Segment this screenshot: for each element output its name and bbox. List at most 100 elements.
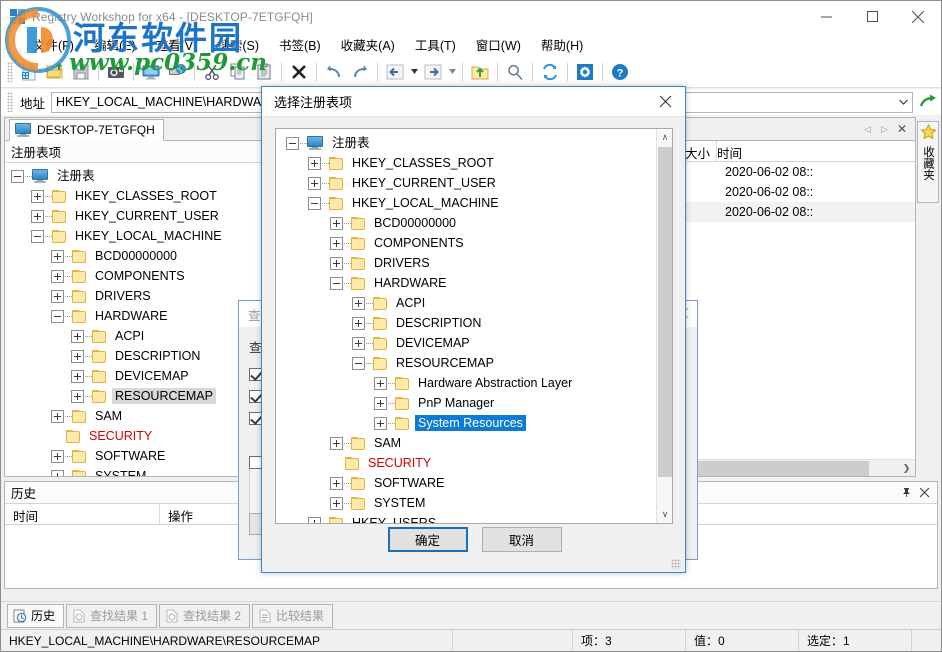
menu-item-window[interactable]: 窗口(W) <box>466 32 531 57</box>
expand-icon[interactable] <box>51 249 64 263</box>
tree-node[interactable]: ACPI <box>5 326 265 346</box>
local-computer-icon[interactable] <box>139 60 163 84</box>
tree-node[interactable]: HKEY_USERS <box>280 513 672 523</box>
open-icon[interactable] <box>43 60 67 84</box>
new-icon[interactable] <box>17 60 41 84</box>
tree-node[interactable]: BCD00000000 <box>5 246 265 266</box>
tree-node[interactable]: SAM <box>280 433 672 453</box>
tab-history[interactable]: 历史 <box>7 603 65 628</box>
expand-icon[interactable] <box>330 436 343 450</box>
cancel-button[interactable]: 取消 <box>481 527 562 552</box>
expand-icon[interactable] <box>352 296 365 310</box>
tree-node[interactable]: DRIVERS <box>280 253 672 273</box>
tree-node[interactable]: SYSTEM <box>280 493 672 513</box>
tree-node[interactable]: HKEY_CURRENT_USER <box>280 173 672 193</box>
menu-item-favorites[interactable]: 收藏夹(A) <box>331 32 405 57</box>
collapse-icon[interactable] <box>286 136 299 150</box>
remote-computer-icon[interactable] <box>165 60 189 84</box>
collapse-icon[interactable] <box>330 276 343 290</box>
expand-icon[interactable] <box>330 216 343 230</box>
tree-node[interactable]: SOFTWARE <box>280 473 672 493</box>
collapse-icon[interactable] <box>51 309 64 323</box>
expand-icon[interactable] <box>308 516 321 523</box>
registry-tree[interactable]: 注册表 HKEY_CLASSES_ROOT HKEY_CURRENT_USER HKE… <box>5 163 265 476</box>
menu-item-edit[interactable]: 编辑(E) <box>84 32 146 57</box>
back-icon[interactable] <box>383 60 407 84</box>
expand-icon[interactable] <box>374 416 387 430</box>
expand-icon[interactable] <box>51 289 64 303</box>
expand-icon[interactable] <box>352 316 365 330</box>
tree-node[interactable]: 注册表 <box>5 166 265 186</box>
dialog-tree-scrollbar[interactable]: ∧ ∨ <box>656 129 672 523</box>
menu-item-help[interactable]: 帮助(H) <box>531 32 593 57</box>
cut-icon[interactable] <box>200 60 224 84</box>
close-icon[interactable] <box>915 484 933 502</box>
tab-prev-icon[interactable]: ◁ <box>859 120 876 138</box>
dialog-close-icon[interactable] <box>645 87 685 116</box>
tree-node[interactable]: HKEY_LOCAL_MACHINE <box>280 193 672 213</box>
tree-node[interactable]: COMPONENTS <box>280 233 672 253</box>
address-bar-grip[interactable] <box>7 92 13 112</box>
dialog-registry-tree[interactable]: 注册表 HKEY_CLASSES_ROOT HKEY_CURRENT_USER HKE… <box>276 129 672 523</box>
scroll-up-icon[interactable]: ∧ <box>657 129 672 146</box>
collapse-icon[interactable] <box>352 356 365 370</box>
copy-icon[interactable] <box>226 60 250 84</box>
forward-icon[interactable] <box>421 60 445 84</box>
refresh-icon[interactable] <box>538 60 562 84</box>
tree-node[interactable]: Hardware Abstraction Layer <box>280 373 672 393</box>
tree-node[interactable]: DEVICEMAP <box>280 333 672 353</box>
ok-button[interactable]: 确定 <box>387 527 468 552</box>
scroll-down-icon[interactable]: ∨ <box>657 506 672 523</box>
menu-item-tools[interactable]: 工具(T) <box>405 32 466 57</box>
tab-find-results-1[interactable]: 查找结果 1 <box>66 603 158 628</box>
search-icon[interactable] <box>503 60 527 84</box>
expand-icon[interactable] <box>31 209 44 223</box>
expand-icon[interactable] <box>51 469 64 476</box>
column-header-time[interactable]: 时间 <box>717 141 915 162</box>
expand-icon[interactable] <box>71 329 84 343</box>
dialog-resize-grip[interactable] <box>671 559 681 569</box>
menu-item-view[interactable]: 查看(V) <box>146 32 208 57</box>
expand-icon[interactable] <box>330 496 343 510</box>
chevron-down-icon[interactable] <box>895 93 912 112</box>
tree-node[interactable]: BCD00000000 <box>280 213 672 233</box>
scroll-right-icon[interactable]: ❯ <box>898 460 915 477</box>
pin-icon[interactable] <box>897 484 915 502</box>
tree-node[interactable]: HKEY_LOCAL_MACHINE <box>5 226 265 246</box>
tab-compare-results[interactable]: 比较结果 <box>252 603 334 628</box>
tree-node[interactable]: ACPI <box>280 293 672 313</box>
expand-icon[interactable] <box>51 269 64 283</box>
tree-node[interactable]: HKEY_CLASSES_ROOT <box>280 153 672 173</box>
up-one-level-icon[interactable] <box>468 60 492 84</box>
go-icon[interactable] <box>915 90 941 114</box>
tree-node[interactable]: DRIVERS <box>5 286 265 306</box>
expand-icon[interactable] <box>374 376 387 390</box>
help-icon[interactable]: ? <box>608 60 632 84</box>
toolbar-grip[interactable] <box>7 61 13 82</box>
tree-node[interactable]: SOFTWARE <box>5 446 265 466</box>
tree-node[interactable]: System Resources <box>280 413 672 433</box>
tree-node[interactable]: SECURITY <box>280 453 672 473</box>
minimize-button[interactable] <box>803 1 849 32</box>
expand-icon[interactable] <box>71 389 84 403</box>
expand-icon[interactable] <box>71 349 84 363</box>
expand-icon[interactable] <box>51 409 64 423</box>
tree-node[interactable]: COMPONENTS <box>5 266 265 286</box>
menu-item-file[interactable]: 文件(F) <box>23 32 84 57</box>
expand-icon[interactable] <box>352 336 365 350</box>
tree-node[interactable]: RESOURCEMAP <box>5 386 265 406</box>
collapse-icon[interactable] <box>11 169 24 183</box>
forward-dropdown-icon[interactable] <box>446 60 458 84</box>
expand-icon[interactable] <box>374 396 387 410</box>
expand-icon[interactable] <box>308 156 321 170</box>
save-icon[interactable] <box>69 60 93 84</box>
tab-find-results-2[interactable]: 查找结果 2 <box>159 603 251 628</box>
expand-icon[interactable] <box>308 176 321 190</box>
tree-node[interactable]: DESCRIPTION <box>5 346 265 366</box>
tab-next-icon[interactable]: ▷ <box>876 120 893 138</box>
tree-node[interactable]: HKEY_CURRENT_USER <box>5 206 265 226</box>
back-dropdown-icon[interactable] <box>408 60 420 84</box>
tree-node[interactable]: 注册表 <box>280 133 672 153</box>
tree-node[interactable]: PnP Manager <box>280 393 672 413</box>
tree-node[interactable]: HARDWARE <box>5 306 265 326</box>
